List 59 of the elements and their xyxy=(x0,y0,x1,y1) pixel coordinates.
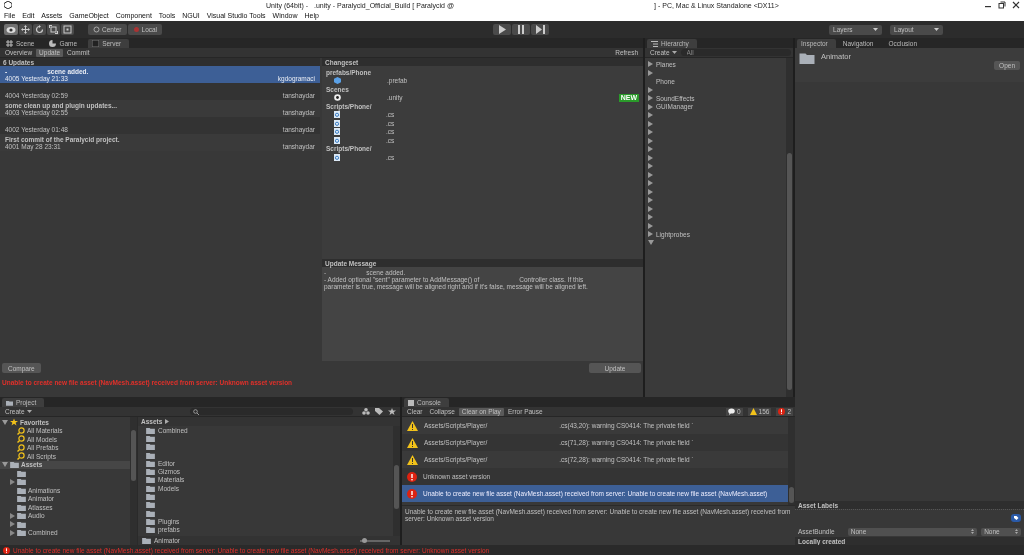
rotate-tool-button[interactable] xyxy=(33,24,46,35)
up-down-arrow-icon xyxy=(971,529,975,534)
expand-arrow-icon[interactable] xyxy=(10,478,15,485)
scrollbar[interactable] xyxy=(788,417,795,505)
search-icon xyxy=(193,408,199,415)
dot-icon xyxy=(132,26,140,33)
star-icon xyxy=(10,418,18,427)
move-icon xyxy=(21,25,30,34)
search-field[interactable] xyxy=(190,408,353,415)
cube-icon xyxy=(334,77,341,85)
move-tool-button[interactable] xyxy=(19,24,32,35)
scrollbar[interactable] xyxy=(786,58,793,397)
error-icon xyxy=(778,408,786,415)
scene-icon xyxy=(334,94,341,102)
view-tool-button[interactable] xyxy=(4,24,18,35)
up-down-arrow-icon xyxy=(1015,529,1018,534)
grid-icon xyxy=(6,40,13,47)
pause-button[interactable] xyxy=(512,24,531,35)
star-icon[interactable] xyxy=(388,408,396,415)
zoom-slider[interactable] xyxy=(360,539,390,542)
error-icon xyxy=(407,488,417,499)
caret-icon xyxy=(934,27,940,32)
play-icon xyxy=(498,25,507,34)
warning-icon xyxy=(407,454,418,465)
caret-icon xyxy=(26,409,32,414)
collapse-arrow-icon[interactable] xyxy=(2,462,8,468)
scrollbar[interactable] xyxy=(393,426,400,536)
speech-bubble-icon xyxy=(727,408,735,415)
circle-icon xyxy=(93,26,100,33)
scale-icon xyxy=(49,25,58,34)
collapse-arrow-icon[interactable] xyxy=(2,419,8,425)
eye-icon xyxy=(6,25,16,34)
chevron-right-icon[interactable] xyxy=(165,419,170,424)
warning-icon xyxy=(407,437,418,448)
rect-tool-icon xyxy=(63,25,72,34)
unity-logo-icon xyxy=(4,1,12,9)
warning-icon xyxy=(407,420,418,431)
script-file-icon xyxy=(334,153,340,161)
caret-icon xyxy=(671,50,677,55)
filter-icon[interactable] xyxy=(362,408,370,415)
square-icon xyxy=(408,399,414,406)
step-icon xyxy=(535,25,545,34)
error-icon xyxy=(3,546,10,554)
game-view-icon xyxy=(49,40,57,47)
folder-icon xyxy=(799,52,815,64)
pause-icon xyxy=(517,25,526,34)
error-icon xyxy=(407,471,417,482)
restore-icon[interactable] xyxy=(998,1,1006,9)
collapse-arrow-icon[interactable] xyxy=(648,240,654,246)
close-icon[interactable] xyxy=(1012,1,1020,9)
scale-tool-button[interactable] xyxy=(47,24,60,35)
play-button[interactable] xyxy=(493,24,512,35)
caret-icon xyxy=(873,27,879,32)
tag-icon[interactable] xyxy=(1011,514,1021,522)
list-icon xyxy=(651,40,658,47)
scrollbar[interactable] xyxy=(130,417,137,545)
rect-tool-button[interactable] xyxy=(61,24,74,35)
step-button[interactable] xyxy=(531,24,550,35)
rotate-icon xyxy=(35,25,44,34)
